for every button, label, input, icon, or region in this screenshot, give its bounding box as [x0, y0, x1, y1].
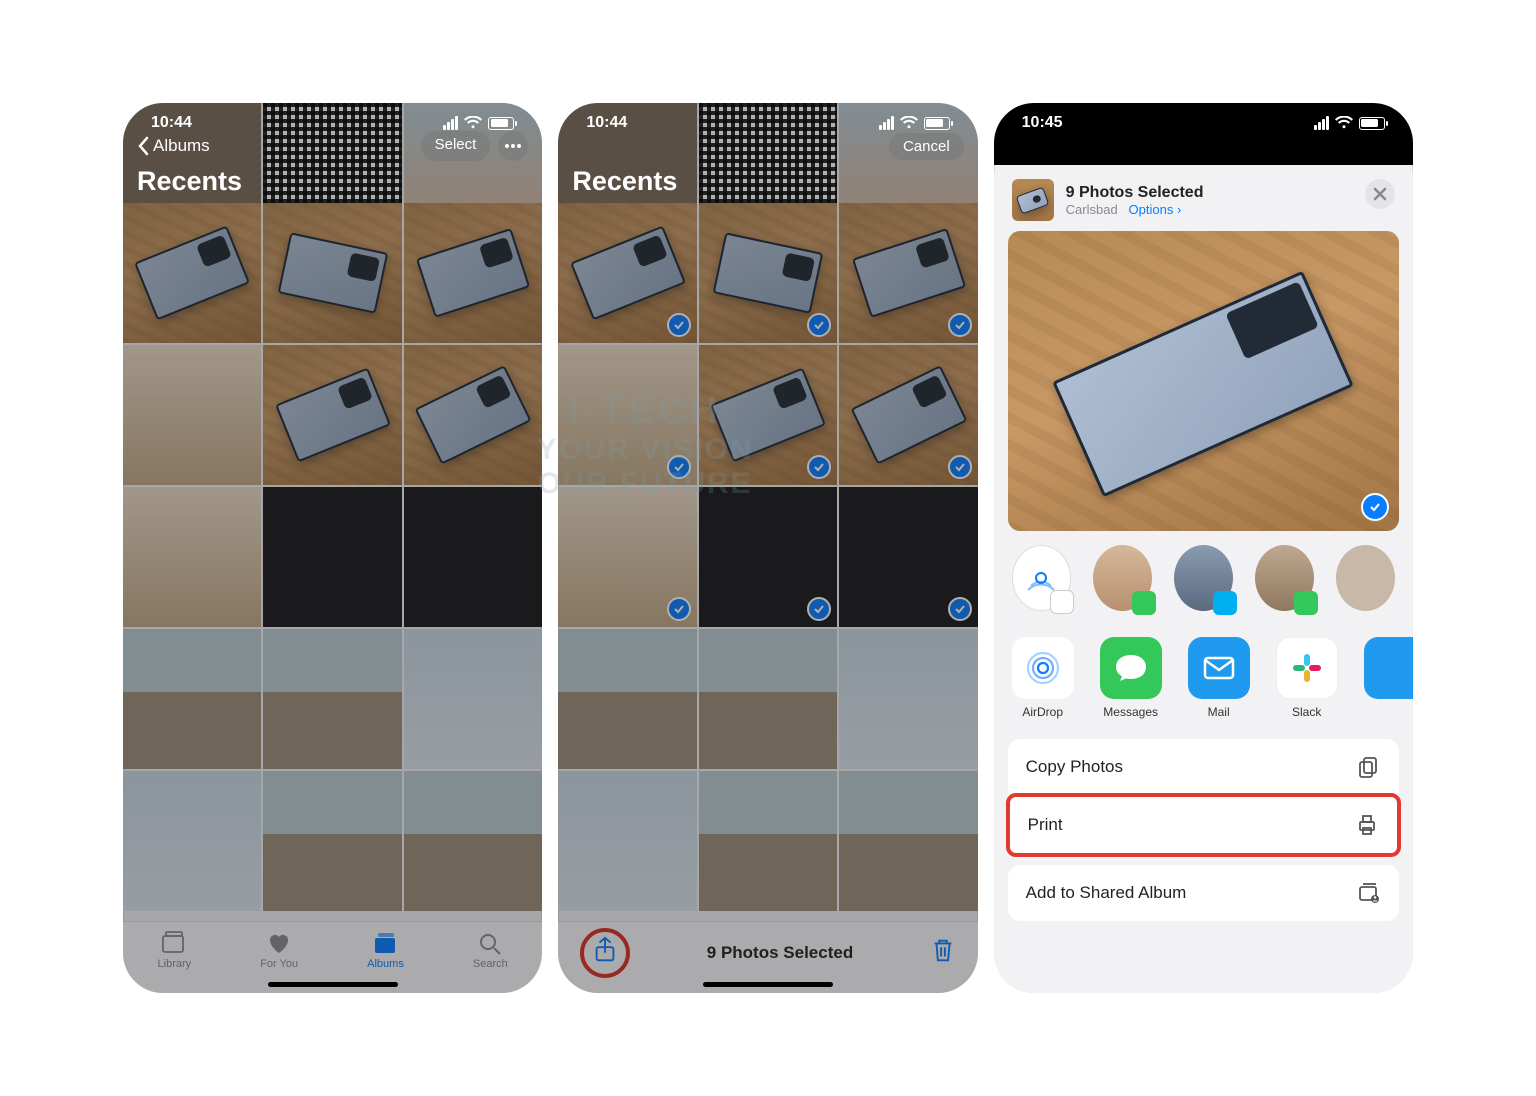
cellular-icon	[443, 116, 458, 130]
skype-badge-icon	[1213, 591, 1237, 615]
page-title: Recents	[137, 164, 528, 197]
status-bar: 10:44	[123, 103, 542, 143]
share-location: Carlsbad	[1066, 202, 1118, 217]
home-indicator[interactable]	[703, 982, 833, 987]
app-mail[interactable]: Mail	[1188, 637, 1250, 719]
home-indicator[interactable]	[268, 982, 398, 987]
app-airdrop[interactable]: AirDrop	[1012, 637, 1074, 719]
screen-photos-browse: 10:44 Albums Select Recents	[123, 103, 542, 993]
printer-icon	[1355, 813, 1379, 837]
airdrop-contacts-row	[994, 545, 1413, 629]
annotation-highlight: Print	[1006, 793, 1401, 857]
wifi-icon	[900, 116, 918, 130]
cellular-icon	[879, 116, 894, 130]
action-print[interactable]: Print	[1010, 797, 1397, 853]
screen-share-sheet: 10:45 9 Photos Selected Carlsbad Options…	[994, 103, 1413, 993]
app-icon	[1364, 637, 1413, 699]
status-bar: 10:44	[558, 103, 977, 143]
selection-check-icon	[1361, 493, 1389, 521]
page-title: Recents	[572, 164, 963, 197]
contact-target[interactable]	[1255, 545, 1314, 611]
share-sheet: 9 Photos Selected Carlsbad Options ›	[994, 165, 1413, 993]
app-slack[interactable]: Slack	[1276, 637, 1338, 719]
airdrop-target[interactable]	[1012, 545, 1071, 611]
share-apps-row: AirDrop Messages Mail	[994, 629, 1413, 739]
close-button[interactable]	[1365, 179, 1395, 209]
contact-target[interactable]	[1336, 545, 1395, 611]
contact-target[interactable]	[1174, 545, 1233, 611]
status-time: 10:44	[586, 114, 627, 132]
action-add-shared-album[interactable]: Add to Shared Album	[1008, 865, 1399, 921]
cellular-icon	[1314, 116, 1329, 130]
share-options-button[interactable]: Options ›	[1129, 202, 1182, 217]
app-messages[interactable]: Messages	[1100, 637, 1162, 719]
screen-photos-selecting: 10:44 Cancel Recents	[558, 103, 977, 993]
status-time: 10:45	[1022, 114, 1063, 132]
messages-icon	[1100, 637, 1162, 699]
share-title: 9 Photos Selected	[1066, 184, 1204, 202]
status-time: 10:44	[151, 114, 192, 132]
share-thumbnail	[1012, 179, 1054, 221]
shared-album-icon	[1357, 881, 1381, 905]
share-preview[interactable]	[1008, 231, 1399, 531]
messages-badge-icon	[1132, 591, 1156, 615]
battery-icon	[924, 117, 950, 130]
slack-icon	[1276, 637, 1338, 699]
copy-icon	[1357, 755, 1381, 779]
wifi-icon	[464, 116, 482, 130]
contact-target[interactable]	[1093, 545, 1152, 611]
battery-icon	[488, 117, 514, 130]
action-copy-photos[interactable]: Copy Photos	[1008, 739, 1399, 795]
airdrop-icon	[1012, 637, 1074, 699]
battery-icon	[1359, 117, 1385, 130]
app-more[interactable]	[1364, 637, 1413, 719]
status-bar: 10:45	[994, 103, 1413, 143]
airdrop-badge-icon	[1050, 590, 1074, 614]
wifi-icon	[1335, 116, 1353, 130]
mail-icon	[1188, 637, 1250, 699]
messages-badge-icon	[1294, 591, 1318, 615]
